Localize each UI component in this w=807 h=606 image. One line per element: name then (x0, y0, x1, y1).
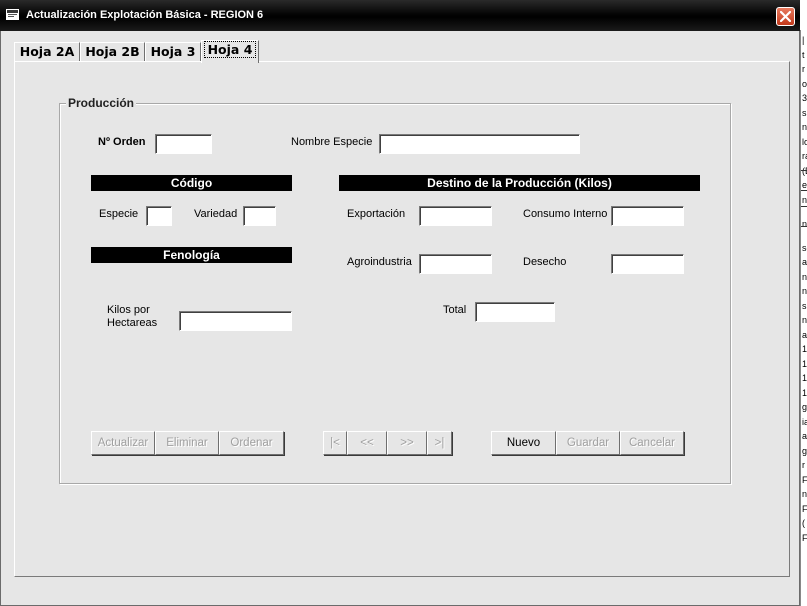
tab-label: Hoja 2B (85, 44, 140, 59)
background-text-fragment: n (802, 218, 807, 229)
destino-header: Destino de la Producción (Kilos) (339, 175, 700, 191)
fenologia-header: Fenología (91, 247, 292, 263)
background-text-fragment: F (802, 503, 807, 514)
tab-hoja-3[interactable]: Hoja 3 (145, 42, 201, 62)
background-text-fragment: so (802, 242, 807, 253)
background-text-fragment: n (802, 194, 807, 205)
tab-hoja-2b[interactable]: Hoja 2B (80, 42, 145, 62)
background-text-fragment: n (802, 315, 807, 325)
background-text-fragment: 3 (802, 93, 807, 103)
background-text-fragment: n (802, 122, 807, 132)
kilos-label: Kilos por Hectareas (107, 304, 157, 330)
next-record-button[interactable]: >> (387, 431, 427, 455)
produccion-group (59, 103, 731, 484)
kilos-input[interactable] (179, 311, 292, 331)
background-text-fragment: a (802, 329, 807, 340)
produccion-group-title: Producción (66, 96, 137, 110)
background-text-fragment: r (802, 64, 805, 74)
background-text-fragment: g (802, 402, 807, 412)
first-record-button[interactable]: |< (323, 431, 347, 455)
kilos-label-line2: Hectareas (107, 317, 158, 329)
variedad-label: Variedad (194, 208, 238, 220)
close-icon (780, 11, 791, 22)
tab-label: Hoja 2A (19, 44, 75, 59)
tab-label: Hoja 4 (203, 41, 257, 58)
background-text-fragment: F (802, 474, 807, 485)
background-text-fragment: 1 (802, 387, 807, 398)
background-text-fragment: t (802, 49, 805, 60)
total-label: Total (443, 304, 467, 316)
consumo-interno-label: Consumo Interno (523, 208, 608, 220)
background-text-fragment: n (802, 271, 807, 282)
title-bar[interactable]: Actualización Explotación Básica - REGIO… (0, 0, 800, 31)
background-divider (801, 226, 807, 227)
background-text-fragment: 1 (802, 344, 807, 354)
background-divider (801, 170, 807, 171)
background-text-fragment: lo (802, 136, 807, 147)
ordenar-button[interactable]: Ordenar (219, 431, 284, 455)
agroindustria-input[interactable] (419, 254, 492, 274)
exportacion-label: Exportación (347, 208, 406, 220)
close-button[interactable] (776, 7, 795, 26)
background-text-fragment: 1 (802, 358, 807, 369)
orden-input[interactable] (155, 134, 212, 154)
background-text-fragment: o (802, 78, 807, 89)
background-text-fragment: F (802, 532, 807, 543)
background-text-fragment: r (802, 460, 805, 470)
background-text-fragment: ia (802, 416, 807, 427)
nombre-especie-input[interactable] (379, 134, 580, 154)
codigo-header: Código (91, 175, 292, 191)
consumo-interno-input[interactable] (611, 206, 684, 226)
especie-input[interactable] (146, 206, 172, 226)
background-text-fragment: 1 (802, 373, 807, 383)
last-record-button[interactable]: >| (427, 431, 452, 455)
agroindustria-label: Agroindustria (347, 256, 412, 268)
background-text-fragment: ( (802, 518, 805, 528)
tab-hoja-2a[interactable]: Hoja 2A (14, 42, 80, 62)
actualizar-button[interactable]: Actualizar (91, 431, 155, 455)
tab-hoja-4[interactable]: Hoja 4 (201, 40, 259, 63)
especie-label: Especie (99, 208, 139, 220)
nombre-especie-label: Nombre Especie (291, 136, 373, 148)
tab-label: Hoja 3 (150, 44, 196, 59)
background-text-fragment: a (802, 431, 807, 441)
desecho-label: Desecho (523, 256, 567, 268)
window-title: Actualización Explotación Básica - REGIO… (26, 9, 264, 21)
background-text-fragment: s (802, 107, 807, 118)
background-divider (801, 190, 807, 191)
kilos-label-line1: Kilos por (107, 304, 150, 316)
background-divider (801, 206, 807, 207)
background-text-fragment: ra (802, 151, 807, 161)
background-text-fragment: s (802, 300, 807, 311)
variedad-input[interactable] (243, 206, 276, 226)
background-window-strip: |tro3snlora(Eennsoannsna1111giaagrFnF(F (800, 30, 807, 606)
exportacion-input[interactable] (419, 206, 492, 226)
background-text-fragment: n (802, 286, 807, 296)
previous-record-button[interactable]: << (347, 431, 387, 455)
guardar-button[interactable]: Guardar (556, 431, 620, 455)
background-text-fragment: g (802, 445, 807, 456)
background-text-fragment: a (802, 257, 807, 267)
window-app-icon[interactable] (6, 9, 20, 21)
desecho-input[interactable] (611, 254, 684, 274)
total-input[interactable] (475, 302, 555, 322)
background-text-fragment: n (802, 489, 807, 499)
nuevo-button[interactable]: Nuevo (491, 431, 556, 455)
background-text-fragment: | (802, 35, 805, 45)
orden-label: Nº Orden (98, 136, 146, 148)
eliminar-button[interactable]: Eliminar (155, 431, 219, 455)
cancelar-button[interactable]: Cancelar (620, 431, 684, 455)
